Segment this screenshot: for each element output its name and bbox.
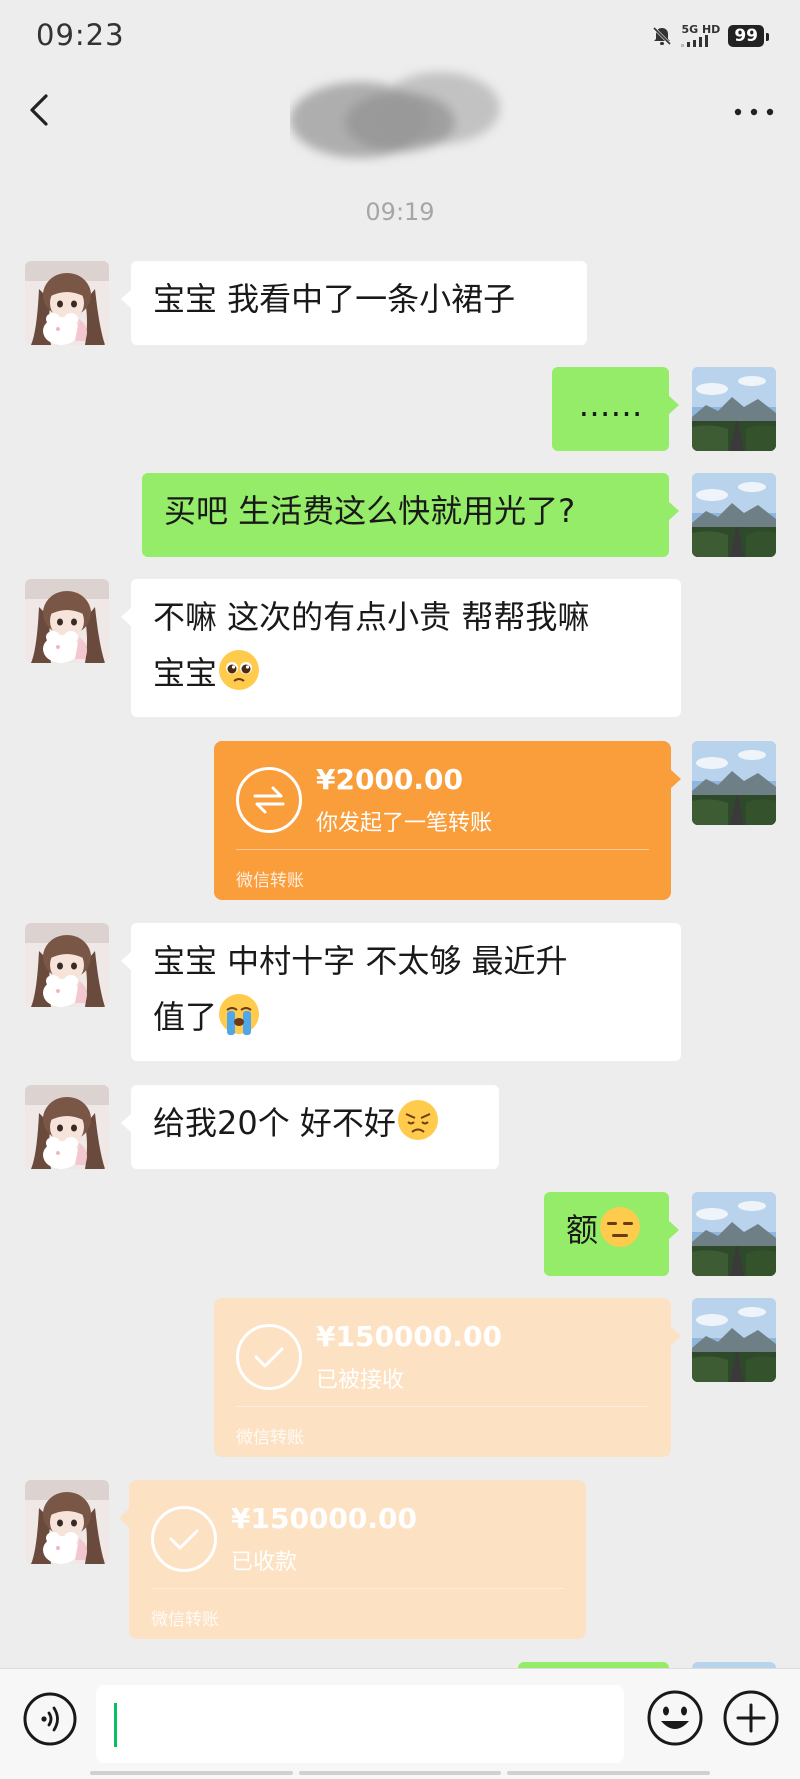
message-bubble-sent[interactable]: …… [552,367,679,451]
transfer-label: 微信转账 [236,871,304,891]
mute-bell-icon [653,26,672,45]
transfer-divider [236,1406,649,1407]
chat-timestamp: 09:19 [365,198,435,226]
message-bubble-sent[interactable]: 额 [544,1192,679,1276]
message-bubble-received[interactable]: 不嘛 这次的有点小贵 帮帮我嘛 宝宝 [121,579,681,717]
loudly-crying-face-icon [219,994,260,1035]
avatar[interactable] [25,261,109,345]
avatar[interactable] [25,923,109,1007]
message-bubble-received[interactable]: 宝宝 我看中了一条小裙子 [121,261,587,345]
avatar[interactable] [25,579,109,663]
more-dots-icon[interactable] [732,105,776,119]
transfer-amount: ¥150000.00 [316,1320,502,1353]
transfer-divider [151,1588,564,1589]
check-circle-icon [151,1506,217,1572]
signal-icon [681,35,709,47]
transfer-amount: ¥2000.00 [316,763,464,796]
smiley-icon[interactable] [646,1689,704,1747]
avatar-self[interactable] [692,473,776,557]
avatar-self[interactable] [692,1298,776,1382]
message-bubble-received[interactable]: 宝宝 中村十字 不太够 最近升 值了 [121,923,681,1061]
message-text-line2: 宝宝 [153,654,218,692]
avatar-self[interactable] [692,741,776,825]
gesture-bar [90,1771,711,1775]
message-text: …… [578,386,643,424]
transfer-label: 微信转账 [236,1428,304,1448]
contact-name-redacted [290,72,500,158]
pouting-face-icon [397,1100,438,1140]
transfer-status: 已收款 [231,1550,298,1575]
transfer-label: 微信转账 [151,1610,219,1630]
message-bubble-sent[interactable]: 买吧 生活费这么快就用光了? [142,473,679,557]
battery-indicator: 99 [728,24,769,47]
transfer-icon [236,767,302,833]
message-text: 宝宝 我看中了一条小裙子 [153,280,516,318]
transfer-amount: ¥150000.00 [231,1502,417,1535]
status-time: 09:23 [36,18,125,52]
pleading-face-icon [219,650,260,690]
network-label: 5G HD [681,23,721,36]
avatar[interactable] [25,1480,109,1564]
message-text-line2: 值了 [153,998,218,1036]
message-text: 买吧 生活费这么快就用光了? [164,492,576,530]
message-bubble-received[interactable]: 给我20个 好不好 [121,1085,499,1169]
transfer-card[interactable]: ¥150000.00 已被接收 微信转账 [214,1298,681,1457]
expressionless-face-icon [600,1207,641,1247]
check-circle-icon [236,1324,302,1390]
network-indicator: 5G HD [681,24,720,47]
message-input[interactable] [96,1685,624,1763]
chevron-left-icon[interactable] [22,90,62,130]
message-text: 宝宝 中村十字 不太够 最近升 [153,942,568,980]
chat-header [0,55,800,165]
message-text: 额 [566,1211,599,1249]
transfer-card[interactable]: ¥150000.00 已收款 微信转账 [119,1480,586,1639]
plus-circle-icon[interactable] [722,1689,780,1747]
avatar[interactable] [25,1085,109,1169]
voice-icon[interactable] [22,1691,78,1747]
transfer-card[interactable]: ¥2000.00 你发起了一笔转账 微信转账 [214,741,681,900]
avatar-self[interactable] [692,1192,776,1276]
transfer-status: 你发起了一笔转账 [316,811,493,836]
transfer-status: 已被接收 [316,1368,405,1393]
text-caret [114,1703,117,1747]
avatar-self[interactable] [692,367,776,451]
transfer-divider [236,849,649,850]
status-icons: 5G HD 99 [651,24,769,47]
input-bar [0,1668,800,1779]
message-text: 给我20个 好不好 [153,1104,396,1142]
message-text: 不嘛 这次的有点小贵 帮帮我嘛 [153,598,590,636]
